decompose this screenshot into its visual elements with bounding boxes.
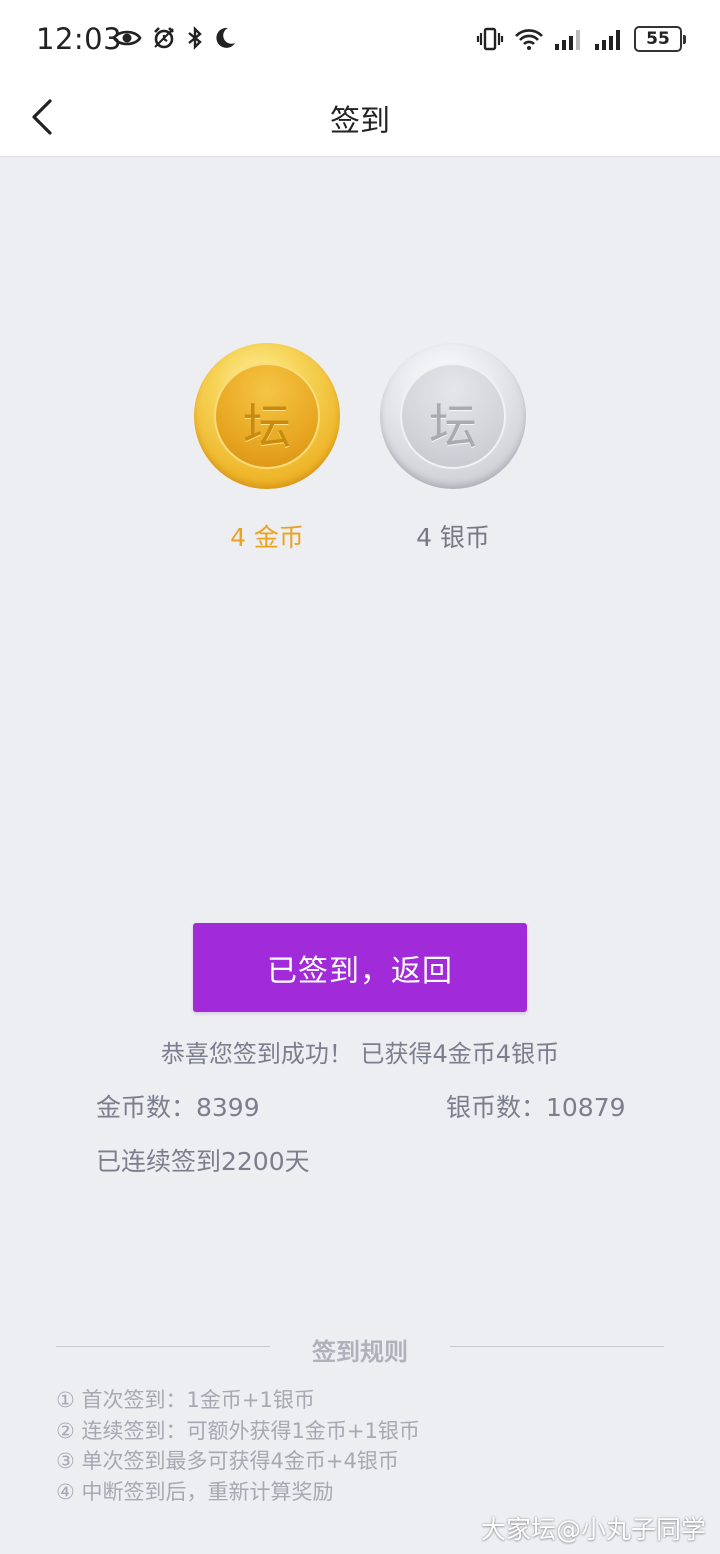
rules-item: ④ 中断签到后，重新计算奖励 — [56, 1479, 334, 1504]
status-left-icons — [112, 26, 236, 50]
silver-coin-icon: 坛 — [380, 343, 526, 489]
status-right-icons: 55 — [476, 26, 686, 52]
silver-coin-glyph: 坛 — [428, 399, 477, 455]
silver-coin-total: 银币数：10879 — [446, 1093, 626, 1122]
rules-item: ③ 单次签到最多可获得4金币+4银币 — [56, 1449, 399, 1473]
success-message: 恭喜您签到成功！ 已获得4金币4银币 — [160, 1040, 560, 1068]
rules-divider-right — [450, 1346, 664, 1347]
silver-coin-reward-label: 4 银币 — [416, 523, 490, 552]
sign-in-streak: 已连续签到2200天 — [96, 1147, 310, 1176]
nav-bar: 签到 — [0, 80, 720, 157]
signed-return-button[interactable]: 已签到，返回 — [193, 923, 527, 1012]
battery-indicator: 55 — [634, 26, 686, 52]
status-bar: 12:03 55 — [0, 0, 720, 80]
rules-item: ② 连续签到：可额外获得1金币+1银币 — [56, 1418, 420, 1443]
gold-coin-total: 金币数：8399 — [96, 1093, 260, 1122]
vibrate-icon — [476, 27, 504, 51]
gold-coin-glyph: 坛 — [242, 399, 291, 455]
status-time: 12:03 — [36, 22, 123, 56]
wifi-icon — [515, 29, 543, 50]
signal-icon — [595, 30, 620, 50]
gold-coin-reward-label: 4 金币 — [230, 523, 304, 552]
alarm-icon — [154, 27, 174, 49]
rules-list: ① 首次签到：1金币+1银币 ② 连续签到：可额外获得1金币+1银币 ③ 单次签… — [56, 1385, 420, 1507]
rules-title: 签到规则 — [312, 1338, 408, 1366]
signal-icon — [555, 30, 580, 50]
gold-coin-icon: 坛 — [194, 343, 340, 489]
rules-item: ① 首次签到：1金币+1银币 — [56, 1388, 315, 1412]
moon-icon — [216, 27, 235, 48]
silver-coin-face: 坛 — [400, 363, 506, 469]
gold-coin-face: 坛 — [214, 363, 320, 469]
bluetooth-icon — [188, 26, 202, 50]
watermark: 大家坛@小丸子同学 — [480, 1515, 706, 1544]
page-title: 签到 — [330, 104, 390, 139]
eye-icon — [112, 30, 142, 46]
